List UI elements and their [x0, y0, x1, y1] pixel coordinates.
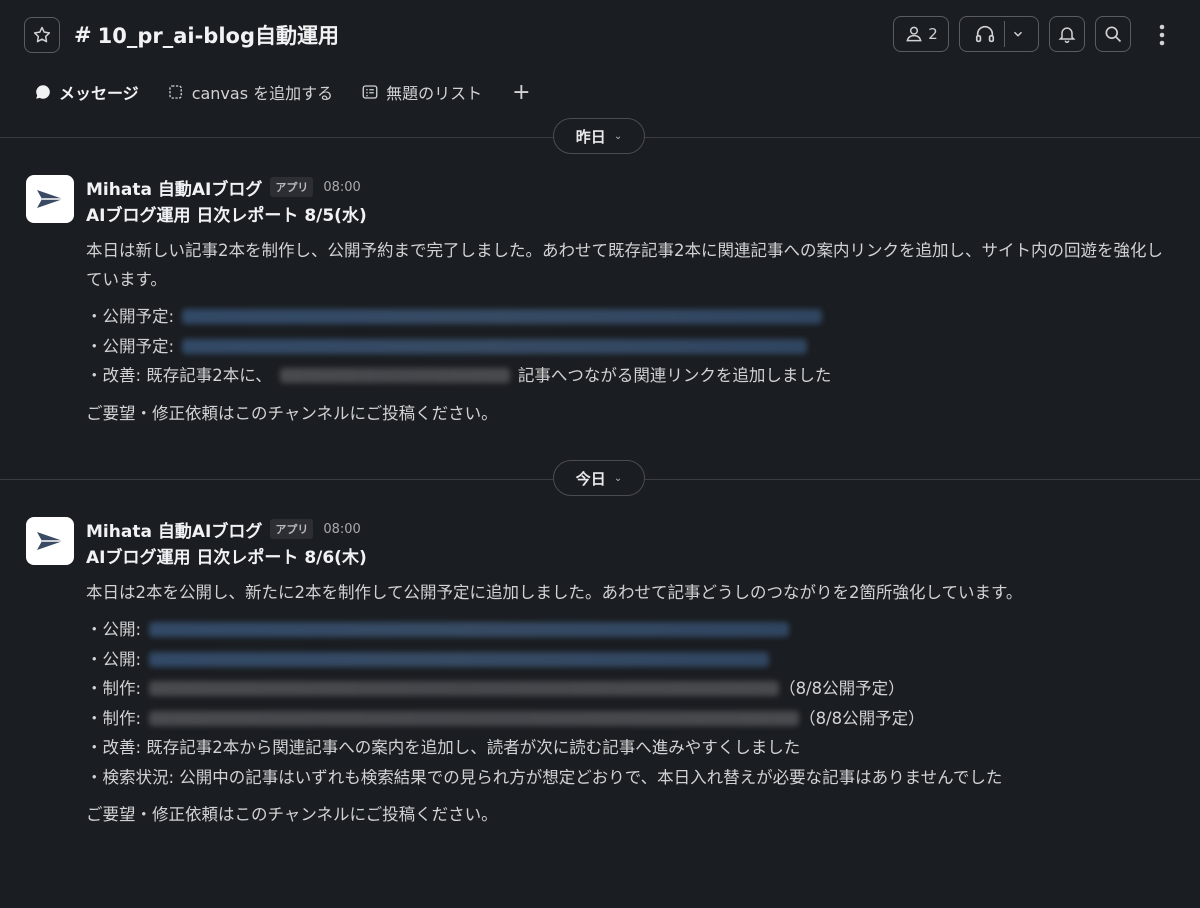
- list-item: ・改善: 既存記事2本に、 記事へつながる関連リンクを追加しました: [86, 361, 1176, 391]
- person-icon: [906, 26, 922, 42]
- list-item: ・公開:: [86, 645, 1176, 675]
- message-body: Mihata 自動AIブログ アプリ 08:00 AIブログ運用 日次レポート …: [86, 517, 1176, 829]
- message-time[interactable]: 08:00: [323, 180, 360, 195]
- notifications-button[interactable]: [1049, 16, 1085, 52]
- date-pill-yesterday[interactable]: 昨日 ⌄: [553, 118, 645, 154]
- tab-untitled-list-label: 無題のリスト: [386, 84, 483, 103]
- tab-messages-label: メッセージ: [59, 84, 139, 103]
- list-item: ・公開予定:: [86, 302, 1176, 332]
- tab-untitled-list[interactable]: 無題のリスト: [361, 80, 482, 104]
- sender-name[interactable]: Mihata 自動AIブログ: [86, 517, 262, 542]
- channel-name: 10_pr_ai-blog自動運用: [97, 24, 339, 48]
- canvas-add-icon: [169, 85, 182, 99]
- list-item-label: ・改善: 既存記事2本に、: [86, 366, 272, 385]
- channel-hash: #: [74, 23, 92, 47]
- star-button[interactable]: [24, 17, 60, 53]
- redacted-link[interactable]: [149, 622, 790, 638]
- sender-name[interactable]: Mihata 自動AIブログ: [86, 175, 262, 200]
- app-badge: アプリ: [270, 519, 314, 539]
- message-header: Mihata 自動AIブログ アプリ 08:00: [86, 517, 1176, 542]
- list-item: ・制作: （8/8公開予定）: [86, 704, 1176, 734]
- list-item-label: ・公開:: [86, 649, 142, 669]
- date-pill-label: 昨日: [575, 127, 606, 146]
- list-icon: [362, 85, 378, 99]
- paper-plane-logo-icon: [37, 190, 63, 208]
- list-item: ・公開予定:: [86, 332, 1176, 362]
- list-item-label: ・公開予定:: [86, 336, 175, 356]
- report-list: ・公開: ・公開: ・制作: （8/8公開予定） ・制作: （8/8公開予定） …: [86, 615, 1176, 792]
- report-title: AIブログ運用 日次レポート 8/6(木): [86, 548, 367, 568]
- search-button[interactable]: [1095, 16, 1131, 52]
- more-options-button[interactable]: [1148, 17, 1176, 53]
- add-tab-plus-icon[interactable]: +: [512, 80, 530, 105]
- redacted-text: [149, 681, 780, 697]
- message-bubble-icon: [36, 85, 50, 99]
- channel-tabs: メッセージ canvas を追加する 無題のリスト +: [0, 72, 1200, 112]
- search-icon: [1105, 26, 1122, 43]
- closing-note: ご要望・修正依頼はこのチャンネルにご投稿ください。: [86, 403, 498, 423]
- bell-icon: [1058, 27, 1076, 44]
- list-item-label: ・改善: 既存記事2本から関連記事への案内を追加し、読者が次に読む記事へ進みやす…: [86, 738, 801, 757]
- huddle-button[interactable]: [959, 16, 1039, 52]
- chevron-down-icon: ⌄: [613, 130, 623, 142]
- message-header: Mihata 自動AIブログ アプリ 08:00: [86, 175, 1176, 200]
- chevron-down-icon: ⌄: [613, 472, 623, 484]
- list-item-label: ・公開:: [86, 620, 142, 639]
- vertical-ellipsis-icon: [1159, 24, 1165, 46]
- redacted-text: [149, 710, 800, 726]
- list-item: ・制作: （8/8公開予定）: [86, 674, 1176, 704]
- list-item-label: ・制作:: [86, 679, 142, 698]
- report-summary: 本日は2本を公開し、新たに2本を制作して公開予定に追加しました。あわせて記事どう…: [86, 583, 1023, 602]
- redacted-link[interactable]: [149, 651, 770, 667]
- date-pill-today[interactable]: 今日 ⌄: [553, 460, 645, 496]
- list-item-label: ・検索状況: 公開中の記事はいずれも検索結果での見られ方が想定どおりで、本日入れ…: [86, 767, 1003, 787]
- headphones-icon: [975, 25, 994, 43]
- tab-add-canvas[interactable]: canvas を追加する: [167, 80, 333, 104]
- list-item: ・検索状況: 公開中の記事はいずれも検索結果での見られ方が想定どおりで、本日入れ…: [86, 763, 1176, 793]
- app-badge: アプリ: [270, 177, 314, 197]
- member-count: 2: [928, 25, 938, 43]
- report-list: ・公開予定: ・公開予定: ・改善: 既存記事2本に、 記事へつながる関連リンク…: [86, 302, 1176, 391]
- app-avatar[interactable]: [26, 175, 74, 223]
- tab-add-canvas-label: canvas を追加する: [191, 84, 334, 103]
- tab-messages[interactable]: メッセージ: [34, 80, 139, 104]
- list-item: ・改善: 既存記事2本から関連記事への案内を追加し、読者が次に読む記事へ進みやす…: [86, 733, 1176, 763]
- huddle-divider: [1003, 21, 1005, 47]
- paper-plane-logo-icon: [37, 532, 63, 550]
- channel-title[interactable]: # 10_pr_ai-blog自動運用: [74, 18, 339, 52]
- list-item-suffix: （8/8公開予定）: [779, 679, 905, 698]
- chevron-down-icon[interactable]: [1011, 27, 1025, 41]
- list-item: ・公開:: [86, 615, 1176, 645]
- message-time[interactable]: 08:00: [323, 522, 360, 537]
- star-icon: [33, 26, 51, 43]
- date-pill-label: 今日: [575, 469, 606, 488]
- redacted-text: [279, 368, 510, 384]
- report-summary: 本日は新しい記事2本を制作し、公開予約まで完了しました。あわせて既存記事2本に関…: [86, 241, 1163, 289]
- report-title: AIブログ運用 日次レポート 8/5(水): [86, 206, 367, 226]
- redacted-link[interactable]: [182, 309, 823, 325]
- members-button[interactable]: 2: [893, 16, 949, 52]
- message-body: Mihata 自動AIブログ アプリ 08:00 AIブログ運用 日次レポート …: [86, 175, 1176, 428]
- list-item-suffix: 記事へつながる関連リンクを追加しました: [517, 366, 832, 385]
- redacted-link[interactable]: [182, 338, 808, 354]
- closing-note: ご要望・修正依頼はこのチャンネルにご投稿ください。: [86, 805, 498, 824]
- list-item-suffix: （8/8公開予定）: [799, 708, 925, 728]
- channel-header: # 10_pr_ai-blog自動運用 2: [0, 0, 1200, 68]
- list-item-label: ・公開予定:: [86, 307, 175, 326]
- list-item-label: ・制作:: [86, 708, 142, 728]
- app-avatar[interactable]: [26, 517, 74, 565]
